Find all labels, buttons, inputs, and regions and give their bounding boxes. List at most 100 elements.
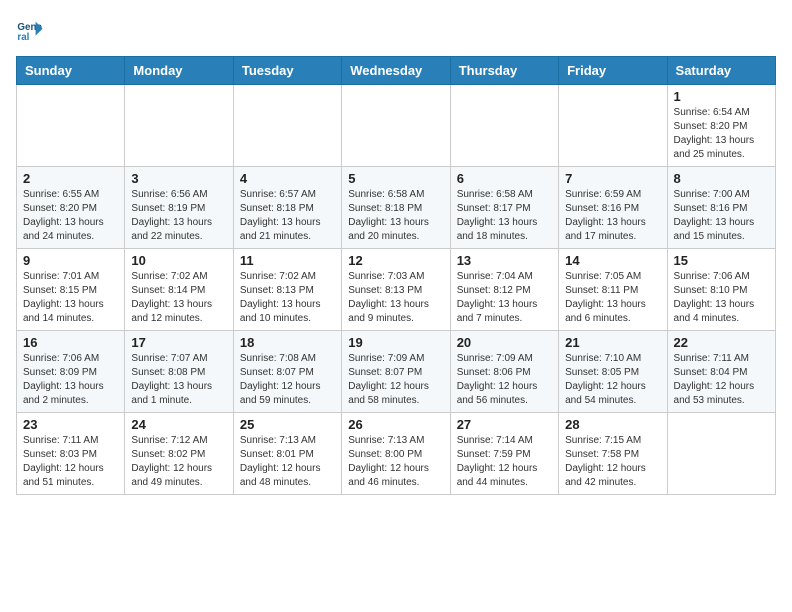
day-number: 25: [240, 417, 335, 432]
calendar-cell: 22 Sunrise: 7:11 AM Sunset: 8:04 PM Dayli…: [667, 331, 775, 413]
day-number: 17: [131, 335, 226, 350]
day-info: Sunrise: 7:12 AM Sunset: 8:02 PM Dayligh…: [131, 434, 226, 490]
day-number: 27: [457, 417, 552, 432]
day-number: 13: [457, 253, 552, 268]
day-info: Sunrise: 7:02 AM Sunset: 8:14 PM Dayligh…: [131, 270, 226, 326]
day-info: Sunrise: 7:04 AM Sunset: 8:12 PM Dayligh…: [457, 270, 552, 326]
day-info: Sunrise: 6:59 AM Sunset: 8:16 PM Dayligh…: [565, 188, 660, 244]
calendar-cell: 16 Sunrise: 7:06 AM Sunset: 8:09 PM Dayli…: [17, 331, 125, 413]
day-number: 16: [23, 335, 118, 350]
calendar-cell: [125, 85, 233, 167]
day-number: 20: [457, 335, 552, 350]
calendar-cell: 13 Sunrise: 7:04 AM Sunset: 8:12 PM Dayli…: [450, 249, 558, 331]
calendar-week-3: 9 Sunrise: 7:01 AM Sunset: 8:15 PM Daylig…: [17, 249, 776, 331]
day-number: 26: [348, 417, 443, 432]
day-info: Sunrise: 7:13 AM Sunset: 8:01 PM Dayligh…: [240, 434, 335, 490]
logo-icon: Gene ral: [16, 16, 44, 44]
calendar-cell: 17 Sunrise: 7:07 AM Sunset: 8:08 PM Dayli…: [125, 331, 233, 413]
calendar-cell: 20 Sunrise: 7:09 AM Sunset: 8:06 PM Dayli…: [450, 331, 558, 413]
day-number: 19: [348, 335, 443, 350]
calendar-cell: 18 Sunrise: 7:08 AM Sunset: 8:07 PM Dayli…: [233, 331, 341, 413]
day-info: Sunrise: 7:13 AM Sunset: 8:00 PM Dayligh…: [348, 434, 443, 490]
calendar-header-friday: Friday: [559, 57, 667, 85]
day-number: 22: [674, 335, 769, 350]
day-number: 12: [348, 253, 443, 268]
calendar-week-5: 23 Sunrise: 7:11 AM Sunset: 8:03 PM Dayli…: [17, 413, 776, 495]
calendar-week-4: 16 Sunrise: 7:06 AM Sunset: 8:09 PM Dayli…: [17, 331, 776, 413]
day-info: Sunrise: 7:09 AM Sunset: 8:06 PM Dayligh…: [457, 352, 552, 408]
calendar-cell: 12 Sunrise: 7:03 AM Sunset: 8:13 PM Dayli…: [342, 249, 450, 331]
day-info: Sunrise: 7:01 AM Sunset: 8:15 PM Dayligh…: [23, 270, 118, 326]
page-header: Gene ral: [16, 16, 776, 44]
day-number: 28: [565, 417, 660, 432]
day-number: 3: [131, 171, 226, 186]
day-number: 15: [674, 253, 769, 268]
calendar-week-1: 1 Sunrise: 6:54 AM Sunset: 8:20 PM Daylig…: [17, 85, 776, 167]
day-number: 18: [240, 335, 335, 350]
calendar-cell: 15 Sunrise: 7:06 AM Sunset: 8:10 PM Dayli…: [667, 249, 775, 331]
calendar-cell: 11 Sunrise: 7:02 AM Sunset: 8:13 PM Dayli…: [233, 249, 341, 331]
calendar-table: SundayMondayTuesdayWednesdayThursdayFrid…: [16, 56, 776, 495]
day-number: 14: [565, 253, 660, 268]
day-info: Sunrise: 6:56 AM Sunset: 8:19 PM Dayligh…: [131, 188, 226, 244]
calendar-cell: [450, 85, 558, 167]
calendar-cell: 14 Sunrise: 7:05 AM Sunset: 8:11 PM Dayli…: [559, 249, 667, 331]
day-info: Sunrise: 7:14 AM Sunset: 7:59 PM Dayligh…: [457, 434, 552, 490]
day-info: Sunrise: 7:09 AM Sunset: 8:07 PM Dayligh…: [348, 352, 443, 408]
day-info: Sunrise: 6:54 AM Sunset: 8:20 PM Dayligh…: [674, 106, 769, 162]
calendar-header-wednesday: Wednesday: [342, 57, 450, 85]
day-info: Sunrise: 6:57 AM Sunset: 8:18 PM Dayligh…: [240, 188, 335, 244]
day-info: Sunrise: 6:58 AM Sunset: 8:18 PM Dayligh…: [348, 188, 443, 244]
day-info: Sunrise: 7:07 AM Sunset: 8:08 PM Dayligh…: [131, 352, 226, 408]
day-number: 8: [674, 171, 769, 186]
logo: Gene ral: [16, 16, 48, 44]
calendar-cell: 9 Sunrise: 7:01 AM Sunset: 8:15 PM Daylig…: [17, 249, 125, 331]
day-info: Sunrise: 7:11 AM Sunset: 8:04 PM Dayligh…: [674, 352, 769, 408]
day-number: 11: [240, 253, 335, 268]
day-info: Sunrise: 7:02 AM Sunset: 8:13 PM Dayligh…: [240, 270, 335, 326]
calendar-cell: [342, 85, 450, 167]
day-number: 10: [131, 253, 226, 268]
calendar-cell: 3 Sunrise: 6:56 AM Sunset: 8:19 PM Daylig…: [125, 167, 233, 249]
calendar-cell: [233, 85, 341, 167]
calendar-cell: 23 Sunrise: 7:11 AM Sunset: 8:03 PM Dayli…: [17, 413, 125, 495]
day-info: Sunrise: 7:00 AM Sunset: 8:16 PM Dayligh…: [674, 188, 769, 244]
svg-text:ral: ral: [17, 32, 29, 43]
calendar-header-row: SundayMondayTuesdayWednesdayThursdayFrid…: [17, 57, 776, 85]
calendar-cell: 28 Sunrise: 7:15 AM Sunset: 7:58 PM Dayli…: [559, 413, 667, 495]
day-info: Sunrise: 7:10 AM Sunset: 8:05 PM Dayligh…: [565, 352, 660, 408]
day-number: 5: [348, 171, 443, 186]
day-number: 9: [23, 253, 118, 268]
calendar-cell: 2Sunrise: 6:55 AM Sunset: 8:20 PM Daylig…: [17, 167, 125, 249]
calendar-cell: 1 Sunrise: 6:54 AM Sunset: 8:20 PM Daylig…: [667, 85, 775, 167]
day-info: Sunrise: 7:08 AM Sunset: 8:07 PM Dayligh…: [240, 352, 335, 408]
calendar-header-monday: Monday: [125, 57, 233, 85]
calendar-cell: [559, 85, 667, 167]
calendar-header-sunday: Sunday: [17, 57, 125, 85]
calendar-cell: 24 Sunrise: 7:12 AM Sunset: 8:02 PM Dayli…: [125, 413, 233, 495]
day-number: 7: [565, 171, 660, 186]
day-info: Sunrise: 7:11 AM Sunset: 8:03 PM Dayligh…: [23, 434, 118, 490]
day-number: 23: [23, 417, 118, 432]
calendar-cell: 21 Sunrise: 7:10 AM Sunset: 8:05 PM Dayli…: [559, 331, 667, 413]
calendar-header-saturday: Saturday: [667, 57, 775, 85]
day-info: Sunrise: 7:03 AM Sunset: 8:13 PM Dayligh…: [348, 270, 443, 326]
calendar-week-2: 2Sunrise: 6:55 AM Sunset: 8:20 PM Daylig…: [17, 167, 776, 249]
day-info: Sunrise: 7:05 AM Sunset: 8:11 PM Dayligh…: [565, 270, 660, 326]
calendar-cell: 19 Sunrise: 7:09 AM Sunset: 8:07 PM Dayli…: [342, 331, 450, 413]
day-number: 24: [131, 417, 226, 432]
calendar-cell: 7 Sunrise: 6:59 AM Sunset: 8:16 PM Daylig…: [559, 167, 667, 249]
day-info: Sunrise: 7:15 AM Sunset: 7:58 PM Dayligh…: [565, 434, 660, 490]
day-number: 2: [23, 171, 118, 186]
day-number: 21: [565, 335, 660, 350]
day-info: Sunrise: 7:06 AM Sunset: 8:09 PM Dayligh…: [23, 352, 118, 408]
day-number: 6: [457, 171, 552, 186]
calendar-cell: [17, 85, 125, 167]
calendar-cell: 26 Sunrise: 7:13 AM Sunset: 8:00 PM Dayli…: [342, 413, 450, 495]
calendar-cell: 5 Sunrise: 6:58 AM Sunset: 8:18 PM Daylig…: [342, 167, 450, 249]
day-info: Sunrise: 7:06 AM Sunset: 8:10 PM Dayligh…: [674, 270, 769, 326]
calendar-cell: 8 Sunrise: 7:00 AM Sunset: 8:16 PM Daylig…: [667, 167, 775, 249]
calendar-header-tuesday: Tuesday: [233, 57, 341, 85]
day-number: 1: [674, 89, 769, 104]
calendar-body: 1 Sunrise: 6:54 AM Sunset: 8:20 PM Daylig…: [17, 85, 776, 495]
